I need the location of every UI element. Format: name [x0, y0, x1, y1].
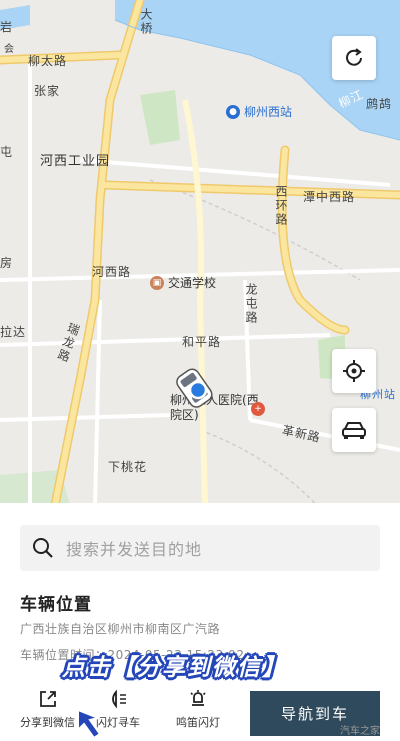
share-label: 分享到微信 — [20, 716, 75, 729]
search-input[interactable]: 搜索并发送目的地 — [20, 525, 380, 571]
search-icon — [33, 538, 53, 558]
car-icon — [342, 422, 366, 439]
honk-label: 鸣笛闪灯 — [176, 716, 220, 729]
vehicle-address: 广西壮族自治区柳州市柳南区广汽路 — [20, 622, 221, 636]
map-label-edge-4: 拉达 — [0, 325, 27, 339]
horn-light-icon — [190, 690, 206, 706]
vehicle-location-title: 车辆位置 — [20, 595, 92, 615]
locate-car-button[interactable] — [332, 408, 376, 452]
car-location-marker[interactable] — [172, 363, 220, 411]
tutorial-pointer-icon — [74, 706, 114, 741]
map-label-hexi-industrial: 河西工业园 — [40, 154, 111, 169]
school-icon: ▣ — [150, 275, 164, 290]
tutorial-caption: 点击【分享到微信】 — [62, 655, 287, 681]
map-label-hexi-road: 河西路 — [92, 265, 132, 279]
map-label-longtun-road: 龙屯路 — [244, 283, 258, 325]
train-station-icon: ● — [226, 104, 240, 119]
action-bar: 分享到微信 闪灯寻车 鸣笛闪灯 — [0, 688, 240, 741]
poi-jiaotong-school[interactable]: ▣ 交通学校 — [150, 274, 216, 291]
map-label-edge-2: 屯 — [0, 145, 14, 159]
map-label-zhangjia: 张家 — [34, 84, 61, 98]
share-icon — [39, 691, 56, 707]
refresh-button[interactable] — [332, 36, 376, 80]
honk-flash-button[interactable]: 鸣笛闪灯 — [176, 688, 220, 730]
refresh-icon — [346, 48, 362, 66]
search-placeholder: 搜索并发送目的地 — [66, 540, 203, 559]
map-label-edge-5: 会 — [4, 44, 15, 55]
watermark: 汽车之家 — [340, 726, 380, 737]
poi-label: 柳州西站 — [244, 105, 293, 119]
hospital-icon: + — [251, 402, 265, 416]
map-label-edge-1: 岩 — [0, 20, 14, 34]
map-label-liutai-road: 柳太路 — [28, 54, 68, 68]
map-label-tanzhong-west: 潭中西路 — [303, 190, 356, 204]
map-label-bridge: 大桥 — [139, 8, 153, 36]
poi-label: 交通学校 — [168, 276, 217, 290]
map-label-xiataohua: 下桃花 — [108, 460, 148, 474]
map-label-edge-3: 房 — [0, 256, 14, 270]
poi-liuzhou-west-station[interactable]: ● 柳州西站 — [226, 103, 292, 120]
share-wechat-button[interactable]: 分享到微信 — [20, 688, 75, 730]
crosshair-icon — [343, 360, 365, 382]
locate-me-button[interactable] — [332, 349, 376, 393]
map-label-xihuan-road: 西环路 — [274, 185, 288, 227]
map-label-yinglu: 鹧鸪 — [366, 97, 393, 111]
map-label-heping-road: 和平路 — [182, 335, 222, 349]
